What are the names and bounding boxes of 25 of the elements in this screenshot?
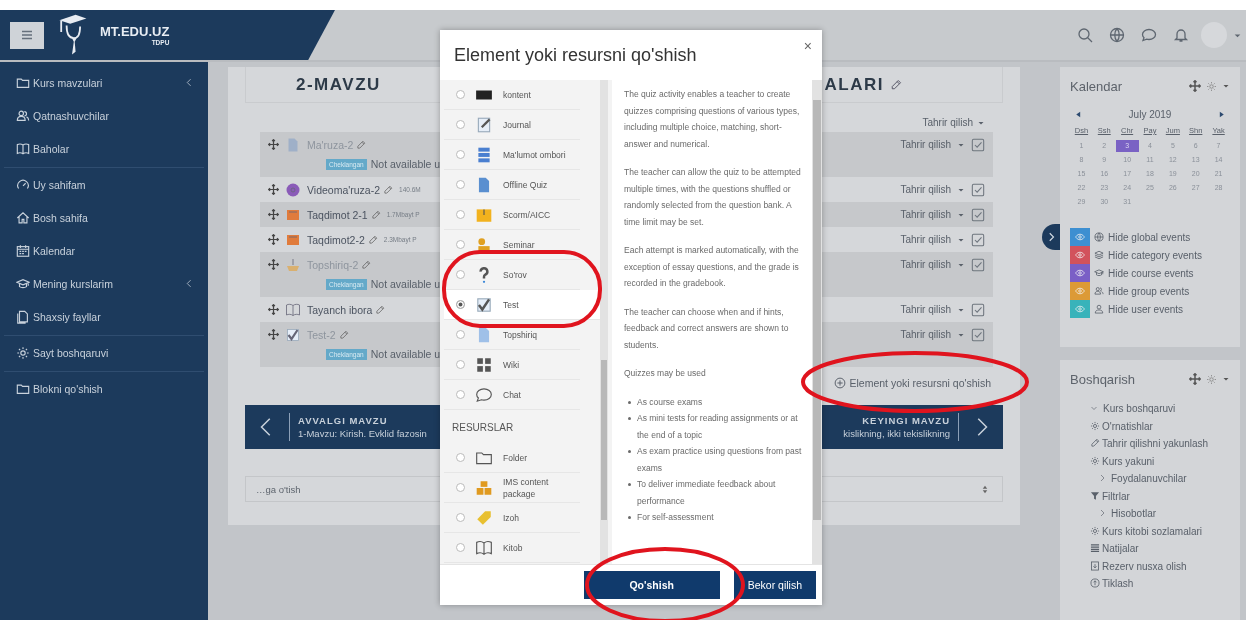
nav-topic-title: 1-Mavzu: Kirish. Evklid fazosin — [298, 428, 428, 439]
section-title: ALARI — [824, 74, 884, 95]
restriction-text: Not available u — [370, 348, 441, 360]
month-title: July 2019 — [1128, 109, 1172, 120]
dialog-title: Element yoki resursni qo'shish — [454, 44, 697, 66]
nav-topic-title: kislikning, ikki tekislikning — [843, 428, 950, 439]
description-paragraph: The teacher can allow the quiz to be attempted multiple times, with the questions shuffled or randomly selected from the question bank. A time limit may be set. — [624, 166, 802, 229]
description-paragraph: The quiz activity enables a teacher to create quizzes comprising questions of various types, including multiple choice, matching, short-answer and numerical. — [624, 88, 801, 151]
description-paragraph: Each attempt is marked automatically, with the exception of essay questions, and the grade is recorded in the gradebook. — [624, 244, 800, 290]
description-bullet: As course exams — [637, 395, 703, 409]
description-paragraph: The teacher can choose when and if hints, feedback and correct answers are shown to students. — [624, 305, 790, 352]
restriction-text: Not available u — [370, 158, 441, 170]
nav-label: KEYINGI MAVZU — [862, 415, 950, 426]
description-paragraph: Quizzes may be used — [624, 367, 707, 380]
block-title: Boshqarish — [1070, 371, 1136, 387]
nav-label: AVVALGI MAVZU — [298, 415, 389, 426]
description-bullet: As exam practice using questions from past exams — [637, 445, 803, 475]
description-bullet: As mini tests for reading assignments or at the end of a topic — [637, 412, 799, 442]
block-title: Kalendar — [1070, 78, 1123, 94]
description-bullet: To deliver immediate feedback about performance — [637, 478, 777, 508]
list-heading: RESURSLAR — [451, 421, 515, 435]
restriction-text: Not available u — [370, 278, 441, 290]
description-bullet: For self-assessment — [637, 511, 714, 524]
logo-title: MT.EDU.UZ — [100, 24, 170, 39]
section-title: 2-MAVZU — [296, 74, 381, 95]
